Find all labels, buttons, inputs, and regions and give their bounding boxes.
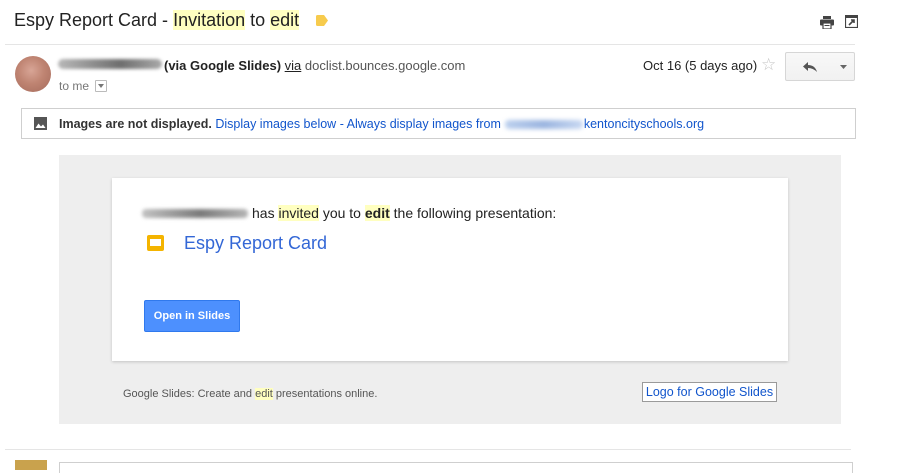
slides-footer-text: Google Slides: Create and edit presentat… (123, 388, 377, 400)
more-actions-button[interactable] (832, 52, 855, 81)
images-notice-text: Images are not displayed. Display images… (59, 117, 704, 131)
reply-arrow-icon (802, 61, 817, 72)
sender-domain: doclist.bounces.google.com (304, 58, 466, 73)
chevron-down-icon (98, 84, 104, 88)
images-not-displayed-bar: Images are not displayed. Display images… (21, 108, 856, 139)
new-window-icon[interactable] (845, 15, 858, 28)
header-divider (5, 44, 855, 45)
redacted-sender-name (58, 59, 162, 69)
print-icon[interactable] (820, 16, 834, 29)
invitation-card: has invited you to edit the following pr… (112, 178, 788, 361)
redacted-inviter-name (142, 209, 248, 218)
label-tag-icon[interactable] (316, 15, 328, 26)
user-avatar (15, 460, 47, 470)
subject-highlight-edit: edit (270, 10, 300, 30)
invite-text-you-to: you to (318, 205, 365, 221)
footer-text-part1: Google Slides: Create and (123, 388, 256, 400)
redacted-email (504, 120, 583, 130)
invite-text-has: has (252, 205, 279, 221)
invitation-text: has invited you to edit the following pr… (252, 205, 556, 221)
sender-domain-link[interactable]: kentoncityschools.org (584, 117, 704, 131)
recipient-line: to me (59, 79, 90, 93)
reply-button[interactable] (785, 52, 834, 81)
always-display-images-link[interactable]: Always display images from (347, 117, 501, 131)
sender-avatar[interactable] (15, 56, 51, 92)
invite-highlight-edit: edit (364, 205, 390, 221)
footer-text-part2: presentations online. (272, 388, 378, 400)
link-separator: - (336, 117, 347, 131)
invite-highlight-invited: invited (278, 205, 319, 221)
via-link[interactable]: via (285, 58, 302, 73)
document-title-link[interactable]: Espy Report Card (184, 233, 327, 254)
image-icon (34, 117, 47, 130)
recipient-details-dropdown[interactable] (95, 80, 107, 92)
display-images-below-link[interactable]: Display images below (215, 117, 336, 131)
footer-divider (5, 449, 851, 450)
open-in-slides-button[interactable]: Open in Slides (144, 300, 240, 332)
google-slides-logo-link[interactable]: Logo for Google Slides (642, 382, 777, 402)
message-date: Oct 16 (5 days ago) (643, 58, 758, 73)
subject-text: Espy Report Card - (14, 10, 174, 30)
reply-box[interactable] (59, 462, 853, 473)
sender-via-google-slides: (via Google Slides) (164, 58, 282, 73)
subject-highlight-invitation: Invitation (173, 10, 246, 30)
invite-text-end: the following presentation: (389, 205, 557, 221)
email-subject: Espy Report Card - Invitation to edit (14, 10, 300, 31)
star-icon[interactable]: ☆ (761, 56, 776, 73)
chevron-down-icon (839, 64, 847, 69)
images-notice-bold: Images are not displayed. (59, 117, 212, 131)
subject-text-to: to (245, 10, 271, 30)
footer-highlight-edit: edit (255, 388, 273, 400)
google-slides-icon (147, 235, 164, 251)
sender-line: (via Google Slides) via doclist.bounces.… (164, 58, 465, 73)
